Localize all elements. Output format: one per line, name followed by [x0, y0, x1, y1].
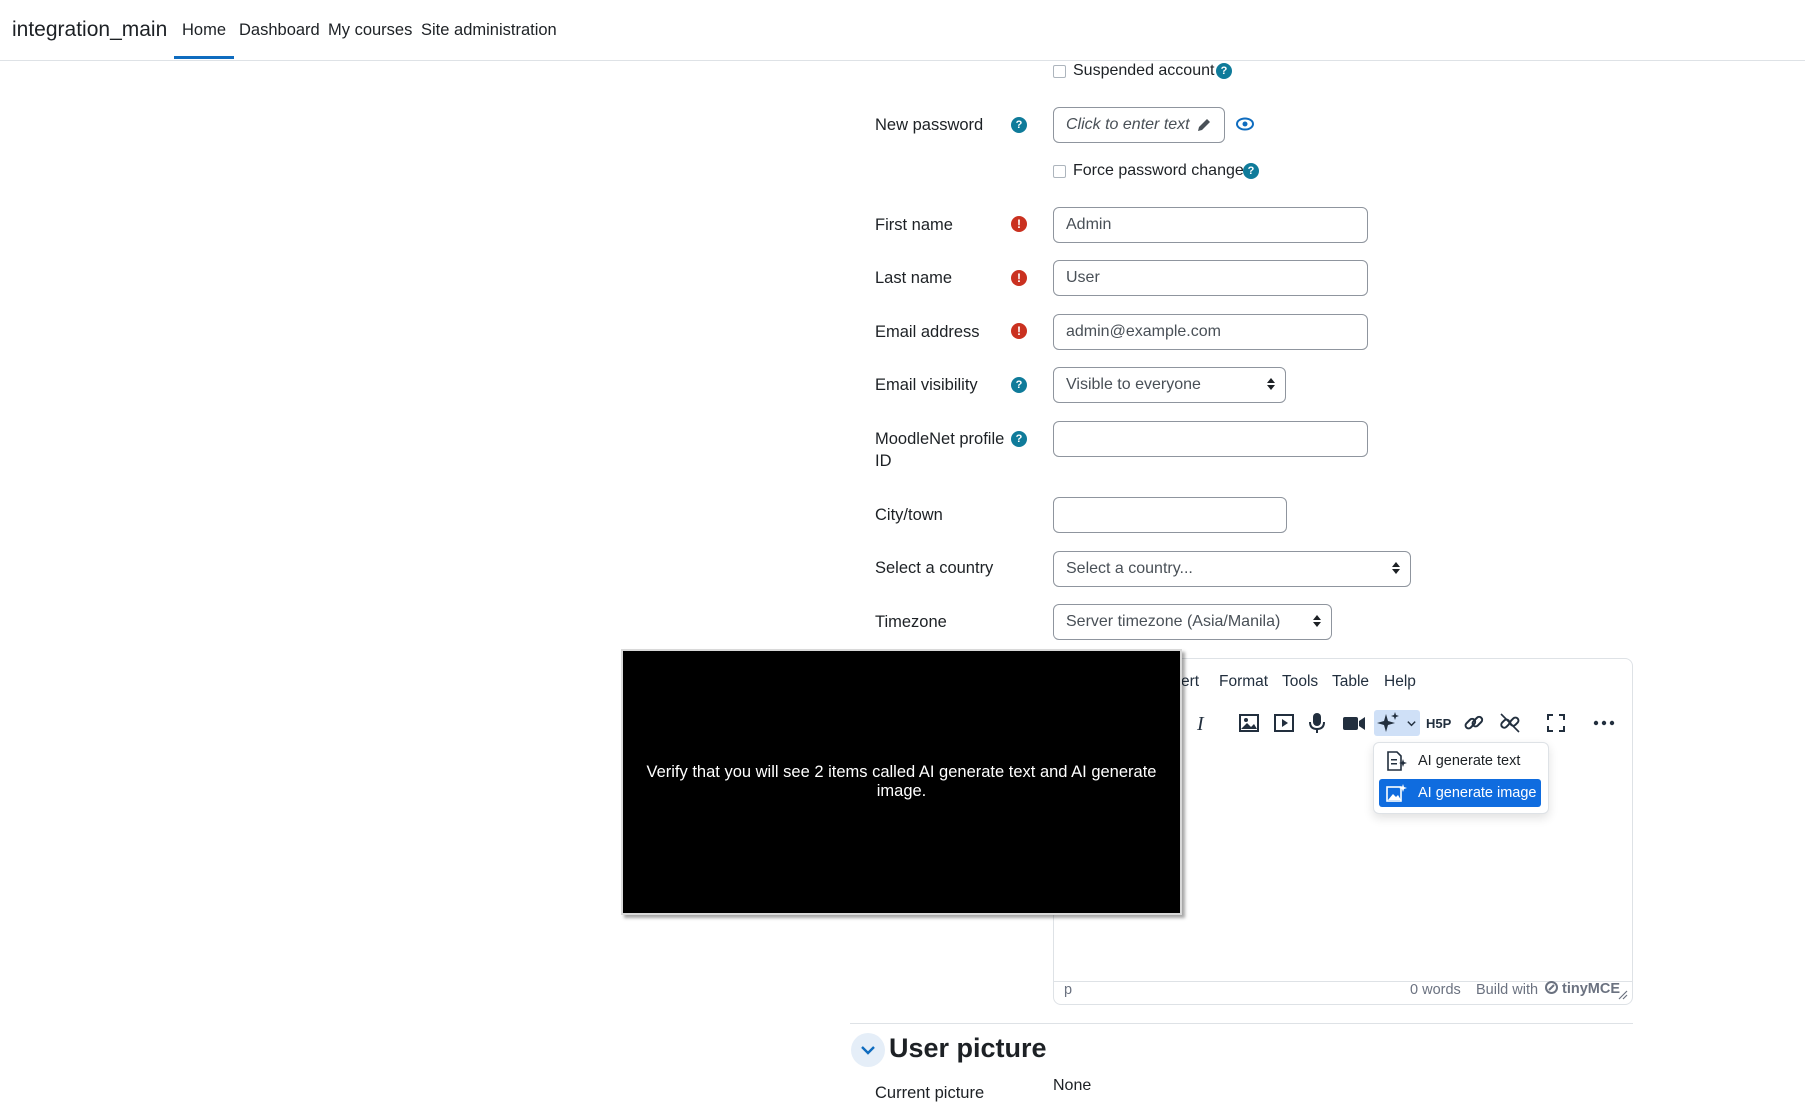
ai-generate-image-item[interactable]: AI generate image	[1379, 779, 1541, 807]
tinymce-logo[interactable]: tinyMCE	[1545, 981, 1620, 997]
nav-dashboard[interactable]: Dashboard	[239, 21, 320, 40]
new-password-label: New password	[875, 116, 984, 134]
sparkles-icon	[1377, 712, 1399, 732]
timezone-select[interactable]: Server timezone (Asia/Manila)	[1053, 604, 1332, 640]
email-required-icon: !	[1011, 323, 1027, 339]
chevron-down-icon	[1407, 721, 1416, 727]
force-password-checkbox[interactable]	[1053, 165, 1066, 178]
ai-generate-text-item[interactable]: AI generate text	[1379, 747, 1541, 775]
editor-build-with: Build with	[1476, 982, 1539, 998]
current-picture-value: None	[1053, 1077, 1092, 1094]
new-password-placeholder: Click to enter text	[1066, 116, 1190, 133]
section-title: User picture	[889, 1033, 1047, 1063]
chevron-down-icon	[861, 1046, 875, 1055]
tinymce-brand-text: tinyMCE	[1562, 981, 1621, 997]
site-brand[interactable]: integration_main	[12, 18, 167, 42]
moodlenet-label-line1: MoodleNet profile	[875, 430, 1005, 448]
country-select[interactable]: Select a country...	[1053, 551, 1411, 587]
suspended-help-icon[interactable]: ?	[1216, 63, 1232, 79]
editor-word-count: 0 words	[1410, 982, 1461, 998]
overlay-text: Verify that you will see 2 items called …	[646, 763, 1157, 800]
video-camera-icon[interactable]	[1341, 710, 1367, 736]
editor-menu-tools[interactable]: Tools	[1282, 673, 1318, 691]
first-name-required-icon: !	[1011, 216, 1027, 232]
suspended-label: Suspended account	[1073, 62, 1215, 79]
section-collapse-button[interactable]	[851, 1033, 885, 1067]
document-sparkle-icon	[1387, 751, 1407, 771]
email-input[interactable]: admin@example.com	[1053, 314, 1368, 350]
email-visibility-label: Email visibility	[875, 376, 978, 394]
moodlenet-input[interactable]	[1053, 421, 1368, 457]
moodlenet-label: MoodleNet profile ID	[875, 428, 1004, 472]
ai-dropdown-menu: AI generate text AI generate image	[1373, 742, 1549, 814]
nav-my-courses[interactable]: My courses	[328, 21, 412, 40]
resize-handle-icon[interactable]	[1618, 990, 1628, 1000]
new-password-help-icon[interactable]: ?	[1011, 117, 1027, 133]
instruction-overlay: Verify that you will see 2 items called …	[621, 649, 1182, 915]
email-visibility-help-icon[interactable]: ?	[1011, 377, 1027, 393]
tinymce-logo-icon	[1545, 981, 1558, 994]
last-name-label: Last name	[875, 269, 953, 287]
top-navbar: integration_main Home Dashboard My cours…	[0, 0, 1805, 61]
link-icon[interactable]	[1461, 710, 1487, 736]
media-icon[interactable]	[1271, 710, 1297, 736]
section-divider	[850, 1023, 1633, 1024]
moodlenet-help-icon[interactable]: ?	[1011, 431, 1027, 447]
editor-menu-table[interactable]: Table	[1332, 673, 1369, 691]
timezone-label: Timezone	[875, 613, 947, 631]
first-name-label: First name	[875, 216, 953, 234]
city-label: City/town	[875, 506, 943, 524]
eye-icon[interactable]	[1236, 116, 1254, 132]
italic-icon[interactable]: I	[1189, 710, 1215, 736]
country-value: Select a country...	[1066, 560, 1193, 577]
select-arrows-icon	[1313, 613, 1321, 629]
more-options-icon[interactable]	[1591, 710, 1617, 736]
last-name-input[interactable]: User	[1053, 260, 1368, 296]
editor-menu-format[interactable]: Format	[1219, 673, 1268, 691]
nav-site-administration[interactable]: Site administration	[421, 21, 557, 40]
ai-sparkles-button[interactable]	[1374, 710, 1420, 736]
force-password-help-icon[interactable]: ?	[1243, 163, 1259, 179]
timezone-value: Server timezone (Asia/Manila)	[1066, 613, 1281, 630]
new-password-field[interactable]: Click to enter text	[1053, 107, 1225, 143]
ai-generate-image-label: AI generate image	[1418, 785, 1537, 801]
pencil-icon	[1198, 119, 1210, 131]
svg-text:I: I	[1196, 713, 1205, 735]
last-name-required-icon: !	[1011, 270, 1027, 286]
h5p-icon[interactable]: H5P	[1426, 710, 1452, 736]
editor-element-path[interactable]: p	[1064, 982, 1072, 998]
select-arrows-icon	[1392, 560, 1400, 576]
unlink-icon[interactable]	[1497, 710, 1523, 736]
email-visibility-value: Visible to everyone	[1066, 376, 1201, 393]
image-sparkle-icon	[1386, 784, 1407, 802]
select-arrows-icon	[1267, 376, 1275, 392]
microphone-icon[interactable]	[1304, 710, 1330, 736]
country-label: Select a country	[875, 559, 994, 577]
current-picture-label: Current picture	[875, 1084, 985, 1102]
email-visibility-select[interactable]: Visible to everyone	[1053, 367, 1286, 403]
ai-generate-text-label: AI generate text	[1418, 753, 1521, 769]
image-icon[interactable]	[1236, 710, 1262, 736]
moodlenet-label-line2: ID	[875, 452, 892, 470]
editor-menu-insert[interactable]: ert	[1181, 673, 1199, 691]
email-label: Email address	[875, 323, 980, 341]
editor-menu-help[interactable]: Help	[1384, 673, 1416, 691]
suspended-checkbox[interactable]	[1053, 65, 1066, 78]
city-input[interactable]	[1053, 497, 1287, 533]
first-name-input[interactable]: Admin	[1053, 207, 1368, 243]
fullscreen-icon[interactable]	[1543, 710, 1569, 736]
svg-text:H5P: H5P	[1426, 716, 1452, 731]
force-password-label: Force password change	[1073, 162, 1244, 179]
nav-home[interactable]: Home	[173, 21, 235, 59]
